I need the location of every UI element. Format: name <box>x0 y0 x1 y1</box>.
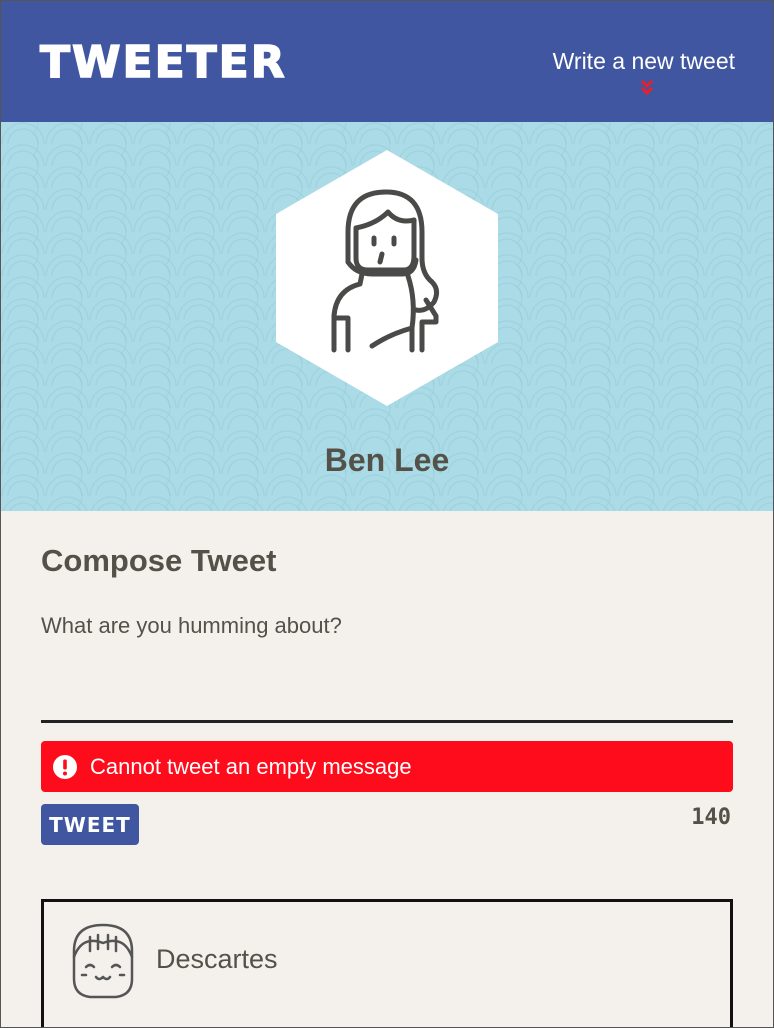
tweet-author-name: Descartes <box>156 944 278 974</box>
compose-title: Compose Tweet <box>41 543 277 578</box>
error-message-text: Cannot tweet an empty message <box>90 753 412 779</box>
girl-avatar-icon <box>72 923 134 999</box>
double-chevron-down-icon[interactable] <box>637 78 657 98</box>
tweet-card: Descartes <box>41 899 733 1027</box>
user-avatar-icon <box>276 150 498 406</box>
error-message-bar: Cannot tweet an empty message <box>41 741 733 792</box>
tweet-text-input[interactable] <box>41 609 733 723</box>
profile-username: Ben Lee <box>324 442 450 478</box>
profile-header: Ben Lee <box>1 122 773 511</box>
app-frame: TWEETER Write a new tweet Ben Lee Compos… <box>0 0 774 1028</box>
exclamation-circle-icon <box>53 754 77 779</box>
brand-logo: TWEETER <box>39 36 287 89</box>
write-new-tweet-link[interactable]: Write a new tweet <box>553 47 735 75</box>
character-counter: 140 <box>691 805 731 830</box>
top-nav: TWEETER Write a new tweet <box>1 1 773 122</box>
tweet-submit-button[interactable]: TWEET <box>41 804 139 845</box>
